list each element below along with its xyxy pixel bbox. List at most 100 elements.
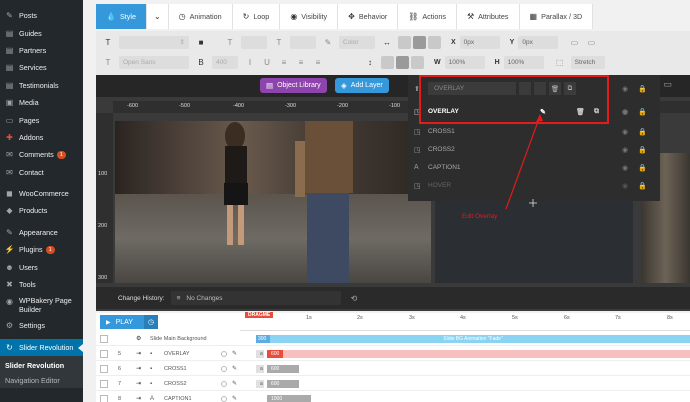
- x-offset-input[interactable]: 0px: [459, 35, 500, 49]
- align-center-button[interactable]: [413, 35, 426, 49]
- tab-animation[interactable]: ◷ Animation: [168, 4, 233, 29]
- layer-duration-bar[interactable]: 1000: [267, 395, 311, 402]
- underline-icon[interactable]: U: [261, 56, 273, 68]
- row-checkbox[interactable]: [100, 379, 108, 388]
- sidebar-item-comments[interactable]: ✉ Comments 1: [0, 146, 83, 163]
- align-bottom-button[interactable]: [411, 55, 424, 69]
- sidebar-item-pages[interactable]: ▭ Pages: [0, 111, 83, 128]
- eye-icon[interactable]: ◉: [622, 128, 628, 136]
- width-input[interactable]: 100%: [444, 55, 485, 69]
- text-align-right-icon[interactable]: ≡: [312, 56, 324, 68]
- align-middle-button[interactable]: [396, 55, 409, 69]
- tab-style-dropdown[interactable]: ⌄: [146, 4, 169, 29]
- sidebar-item-testimonials[interactable]: ▤ Testimonials: [0, 77, 83, 94]
- admin-sidebar: ✎ Posts ▤ Guides ▤ Partners ▤ Services ▤…: [0, 0, 83, 402]
- row-checkbox[interactable]: [100, 364, 108, 373]
- lock-icon[interactable]: 🔒: [638, 182, 647, 190]
- add-layer-button[interactable]: ◈ Add Layer: [335, 78, 389, 93]
- pencil-icon[interactable]: ✎: [232, 350, 237, 357]
- pencil-icon[interactable]: ✎: [232, 365, 237, 372]
- visibility-dot[interactable]: [221, 350, 227, 357]
- line-height-field[interactable]: [290, 35, 316, 49]
- dragme-handle[interactable]: DRAGME: [245, 312, 274, 318]
- tab-loop[interactable]: ↻ Loop: [232, 4, 281, 29]
- color-field[interactable]: Color: [339, 35, 375, 49]
- eye-icon[interactable]: ◉: [622, 182, 628, 190]
- sidebar-item-partners[interactable]: ▤ Partners: [0, 42, 83, 59]
- font-style-select[interactable]: ⇕: [119, 35, 189, 49]
- y-offset-input[interactable]: 0px: [518, 35, 559, 49]
- pencil-icon[interactable]: ✎: [232, 395, 237, 402]
- sidebar-item-products[interactable]: ◆ Products: [0, 202, 83, 219]
- sidebar-item-tools[interactable]: ✖ Tools: [0, 276, 83, 293]
- notebook-view-icon[interactable]: ▭: [663, 79, 672, 90]
- height-input[interactable]: 100%: [503, 55, 544, 69]
- sidebar-item-services[interactable]: ▤ Services: [0, 59, 83, 76]
- tab-behavior[interactable]: ✥ Behavior: [338, 4, 399, 29]
- tab-visibility[interactable]: ◉ Visibility: [280, 4, 339, 29]
- layer-row-cross2[interactable]: ◳ CROSS2 ◉ 🔒: [414, 140, 654, 159]
- submenu-item-slider-revolution[interactable]: Slider Revolution: [0, 358, 83, 373]
- sidebar-item-posts[interactable]: ✎ Posts: [0, 7, 83, 24]
- layer-duration-bar[interactable]: 600: [267, 365, 299, 373]
- font-size-field[interactable]: [241, 35, 267, 49]
- font-family-select[interactable]: Open Sans: [119, 55, 189, 69]
- lock-icon[interactable]: 🔒: [638, 85, 647, 93]
- submenu-item-navigation-editor[interactable]: Navigation Editor: [0, 373, 83, 388]
- lock-ratio-icon[interactable]: ⬚: [554, 56, 566, 68]
- align-right-button[interactable]: [428, 35, 441, 49]
- layer-duration-bar[interactable]: 600: [267, 380, 299, 388]
- visibility-dot[interactable]: [221, 365, 227, 372]
- sidebar-item-slider-revolution[interactable]: ↻ Slider Revolution: [0, 338, 83, 357]
- sidebar-item-contact[interactable]: ✉ Contact: [0, 164, 83, 181]
- font-weight-select[interactable]: 400: [212, 55, 238, 69]
- lock-icon[interactable]: 🔒: [638, 128, 647, 136]
- text-align-center-icon[interactable]: ≡: [295, 56, 307, 68]
- change-history-select[interactable]: ≡ No Changes: [170, 291, 341, 305]
- sidebar-item-addons[interactable]: ✚ Addons: [0, 129, 83, 146]
- visibility-dot[interactable]: [221, 395, 227, 402]
- color-picker-icon[interactable]: ✎: [322, 36, 334, 48]
- sidebar-item-users[interactable]: ☻ Users: [0, 258, 83, 275]
- eye-icon[interactable]: ◉: [622, 146, 628, 154]
- tab-actions[interactable]: ⛓ Actions: [398, 4, 457, 29]
- bg-animation-bar[interactable]: 300 Slide BG Animation "Fade": [256, 335, 690, 343]
- row-checkbox[interactable]: [100, 334, 108, 343]
- layer-row-hover[interactable]: ◳ HOVER ◉ 🔒: [414, 176, 654, 195]
- eye-icon[interactable]: ◉: [622, 108, 628, 116]
- row-checkbox[interactable]: [100, 394, 108, 402]
- save-icon[interactable]: ■: [195, 36, 207, 48]
- bold-icon[interactable]: B: [195, 56, 207, 68]
- arrows-icon: ⇥: [136, 381, 142, 387]
- row-checkbox[interactable]: [100, 349, 108, 358]
- align-top-button[interactable]: [381, 55, 394, 69]
- lock-icon[interactable]: 🔒: [638, 146, 647, 154]
- layer-duration-bar[interactable]: 600: [267, 350, 690, 358]
- tab-style[interactable]: 💧 Style: [96, 4, 147, 29]
- sidebar-item-guides[interactable]: ▤ Guides: [0, 24, 83, 41]
- align-left-button[interactable]: [398, 35, 411, 49]
- eye-icon[interactable]: ◉: [622, 85, 628, 93]
- sidebar-item-appearance[interactable]: ✎ Appearance: [0, 224, 83, 241]
- undo-icon[interactable]: ⟲: [351, 294, 358, 303]
- object-library-button[interactable]: ▤ Object Library: [260, 78, 327, 93]
- text-align-icon[interactable]: ≡: [278, 56, 290, 68]
- sidebar-item-wpbakery[interactable]: ◉ WPBakery Page Builder: [0, 293, 83, 317]
- sidebar-item-plugins[interactable]: ⚡ Plugins 1: [0, 241, 83, 258]
- history-icon[interactable]: ◷: [144, 315, 158, 329]
- play-button[interactable]: ▶ PLAY ◷: [100, 315, 158, 329]
- sidebar-item-woocommerce[interactable]: ◼ WooCommerce: [0, 185, 83, 202]
- tab-attributes[interactable]: ⚒ Attributes: [456, 4, 520, 29]
- lock-icon[interactable]: 🔒: [638, 108, 647, 116]
- lock-icon[interactable]: 🔒: [638, 164, 647, 172]
- sidebar-item-media[interactable]: ▣ Media: [0, 94, 83, 111]
- visibility-dot[interactable]: [221, 380, 227, 387]
- layer-row-cross1[interactable]: ◳ CROSS1 ◉ 🔒: [414, 122, 654, 141]
- layer-row-caption1[interactable]: A CAPTION1 ◉ 🔒: [414, 158, 654, 177]
- italic-icon[interactable]: I: [244, 56, 256, 68]
- sidebar-item-settings[interactable]: ⚙ Settings: [0, 317, 83, 334]
- cover-mode-select[interactable]: Stretch: [570, 55, 605, 69]
- eye-icon[interactable]: ◉: [622, 164, 628, 172]
- pencil-icon[interactable]: ✎: [232, 380, 237, 387]
- tab-parallax[interactable]: ▦ Parallax / 3D: [519, 4, 594, 29]
